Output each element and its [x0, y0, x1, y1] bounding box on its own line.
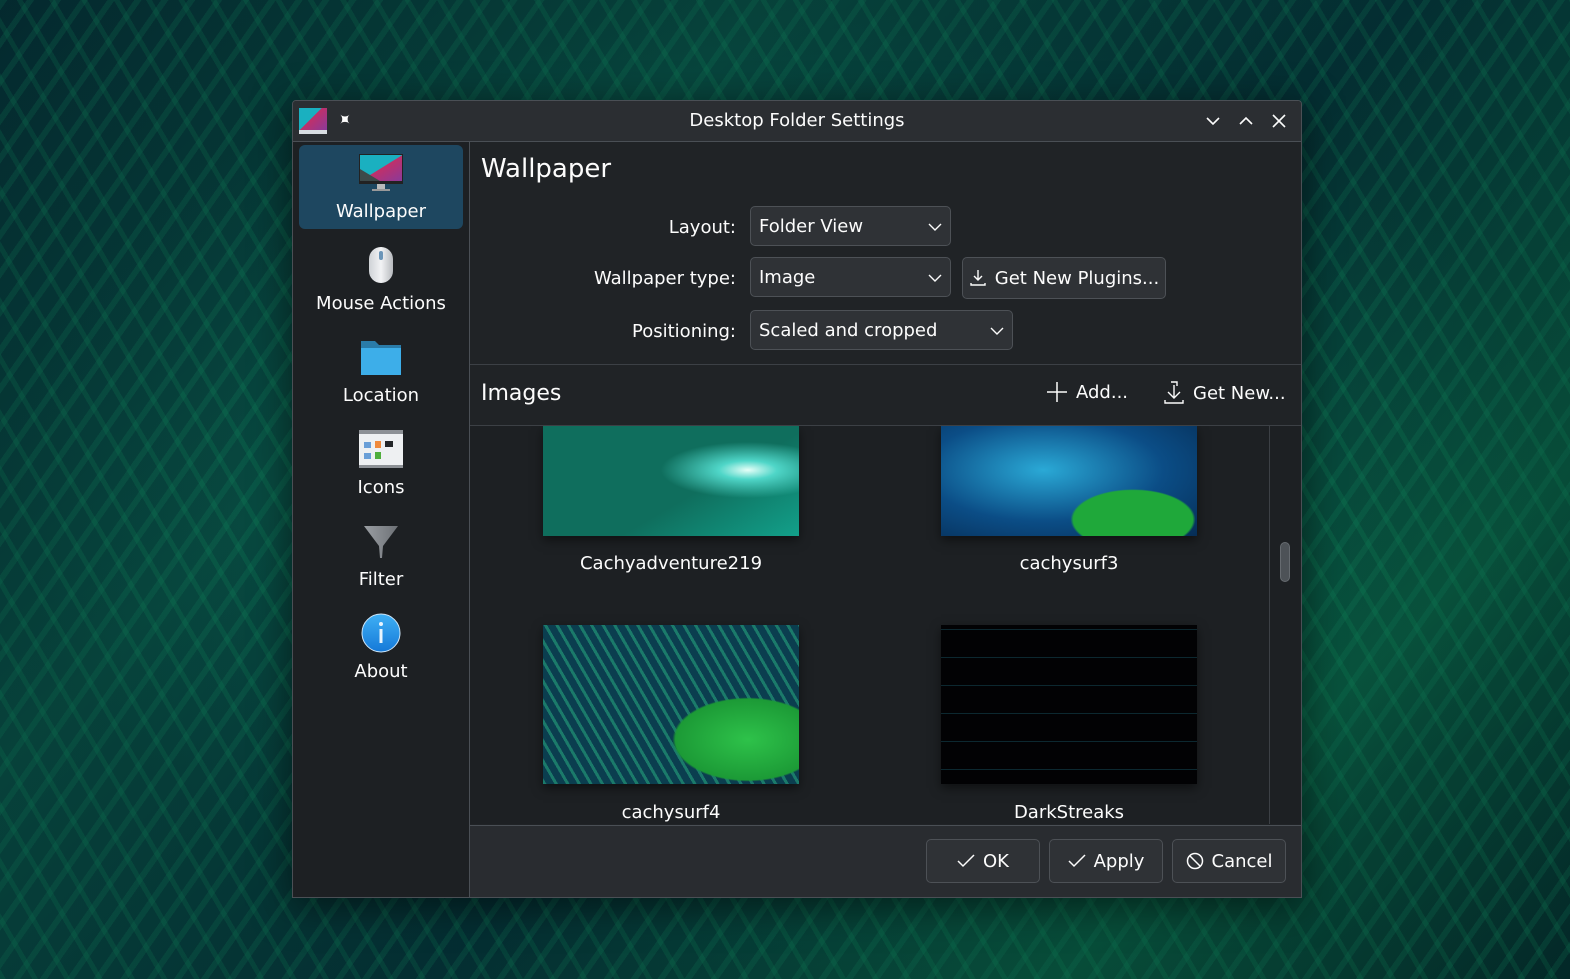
wallpaper-type-combobox[interactable]: Image — [750, 257, 951, 297]
wallpaper-thumbnail — [941, 426, 1197, 536]
apply-label: Apply — [1093, 850, 1145, 872]
apply-button[interactable]: Apply — [1049, 839, 1163, 883]
wallpaper-item[interactable]: Cachyadventure219 — [543, 426, 799, 574]
title-bar[interactable]: ✦ Desktop Folder Settings — [293, 101, 1301, 142]
dialog-footer: OK Apply Cancel — [470, 825, 1301, 897]
wallpaper-item[interactable]: DarkStreaks — [941, 625, 1197, 823]
funnel-icon — [357, 519, 405, 563]
icons-grid-icon — [357, 427, 405, 471]
positioning-value: Scaled and cropped — [759, 319, 938, 341]
positioning-combobox[interactable]: Scaled and cropped — [750, 310, 1013, 350]
layout-value: Folder View — [759, 215, 864, 237]
sidebar-item-location[interactable]: Location — [299, 329, 463, 413]
sidebar-item-icons[interactable]: Icons — [299, 421, 463, 505]
close-button[interactable] — [1267, 109, 1291, 133]
get-new-wallpapers-button[interactable]: Get New... — [1163, 381, 1286, 405]
download-icon — [970, 270, 986, 286]
wallpaper-name: DarkStreaks — [1013, 802, 1125, 823]
cancel-button[interactable]: Cancel — [1172, 839, 1286, 883]
sidebar-item-label: Filter — [358, 569, 404, 590]
sidebar-item-mouse-actions[interactable]: Mouse Actions — [299, 237, 463, 321]
chevron-up-icon — [1239, 116, 1253, 125]
chevron-down-icon — [928, 274, 942, 282]
wallpaper-thumbnail — [543, 426, 799, 536]
page-title: Wallpaper — [481, 154, 612, 184]
close-icon — [1272, 114, 1286, 128]
add-label: Add... — [1076, 381, 1129, 403]
images-title: Images — [481, 381, 562, 406]
wallpaper-name: cachysurf4 — [621, 802, 721, 823]
sidebar-item-wallpaper[interactable]: Wallpaper — [299, 145, 463, 229]
sidebar-item-label: About — [354, 661, 408, 682]
wallpaper-item[interactable]: cachysurf3 — [941, 426, 1197, 574]
positioning-label: Positioning: — [632, 321, 736, 342]
checkmark-icon — [957, 854, 975, 868]
ok-button[interactable]: OK — [926, 839, 1040, 883]
wallpaper-type-value: Image — [759, 266, 816, 288]
wallpaper-thumbnail — [543, 625, 799, 784]
mouse-icon — [357, 243, 405, 287]
sidebar-item-filter[interactable]: Filter — [299, 513, 463, 597]
settings-content: Wallpaper Layout: Folder View Wallpaper … — [470, 142, 1301, 897]
checkmark-icon — [1068, 854, 1086, 868]
ok-label: OK — [983, 850, 1009, 872]
wallpaper-item[interactable]: cachysurf4 — [543, 625, 799, 823]
monitor-wallpaper-icon — [357, 151, 405, 195]
sidebar-item-about[interactable]: About — [299, 605, 463, 689]
window-title: Desktop Folder Settings — [689, 110, 905, 131]
scrollbar-track[interactable] — [1270, 426, 1301, 824]
wallpaper-name: cachysurf3 — [1019, 553, 1119, 574]
chevron-down-icon — [928, 223, 942, 231]
sidebar-item-label: Location — [342, 385, 420, 406]
layout-combobox[interactable]: Folder View — [750, 206, 951, 246]
chevron-down-icon — [990, 327, 1004, 335]
desktop-folder-settings-window: ✦ Desktop Folder Settings Wallpaper Mous… — [292, 100, 1302, 898]
get-new-label: Get New... — [1193, 382, 1286, 404]
minimize-button[interactable] — [1201, 109, 1225, 133]
get-new-plugins-label: Get New Plugins... — [994, 267, 1160, 289]
cancel-icon — [1186, 852, 1203, 870]
wallpaper-thumbnail — [941, 625, 1197, 784]
plus-icon — [1047, 382, 1067, 402]
wallpaper-name: Cachyadventure219 — [579, 553, 763, 574]
download-icon — [1164, 381, 1184, 404]
sidebar-item-label: Icons — [357, 477, 405, 498]
scrollbar-thumb[interactable] — [1280, 542, 1290, 582]
wallpaper-type-label: Wallpaper type: — [593, 268, 736, 289]
cancel-label: Cancel — [1211, 850, 1273, 872]
sidebar: Wallpaper Mouse Actions Location Icons F… — [293, 142, 470, 897]
sidebar-item-label: Mouse Actions — [316, 293, 446, 314]
sidebar-item-label: Wallpaper — [335, 201, 427, 222]
images-header: Images Add... Get New... — [470, 365, 1301, 425]
get-new-plugins-button[interactable]: Get New Plugins... — [962, 257, 1166, 299]
layout-label: Layout: — [668, 217, 736, 238]
wallpaper-grid: Cachyadventure219 cachysurf3 cachysurf4 … — [470, 426, 1270, 824]
add-image-button[interactable]: Add... — [1046, 381, 1128, 403]
chevron-down-icon — [1206, 117, 1220, 126]
info-icon — [357, 611, 405, 655]
maximize-button[interactable] — [1234, 109, 1258, 133]
folder-icon — [357, 335, 405, 379]
